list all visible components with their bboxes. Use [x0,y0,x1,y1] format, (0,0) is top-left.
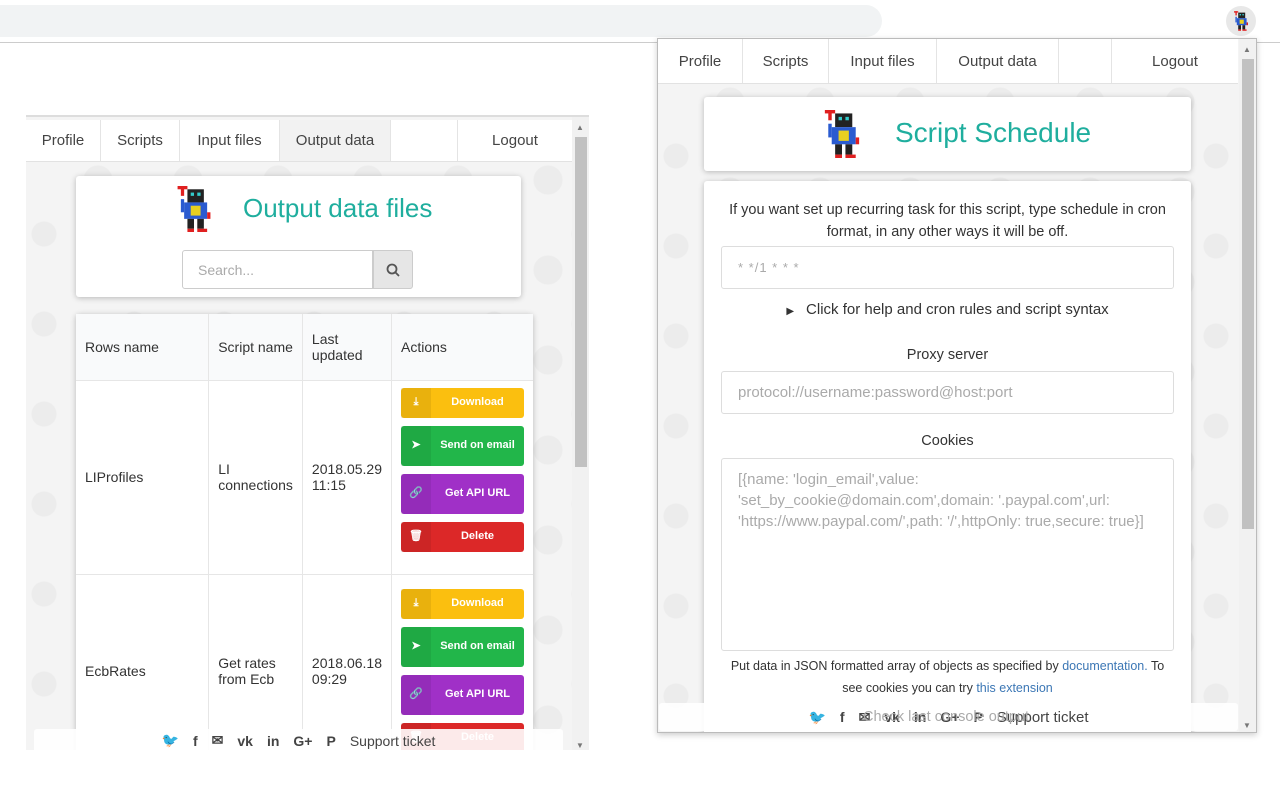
row-updated: 2018.05.29 11:15 [302,380,393,575]
search-button[interactable] [373,250,413,289]
cookies-label: Cookies [921,433,974,449]
nav-bar: Profile Scripts Input files Output data … [658,39,1238,84]
paper-plane-icon: ➤ [401,626,431,667]
cron-help-label[interactable]: Click for help and cron rules and script… [806,301,1109,318]
extension-link[interactable]: this extension [976,681,1052,695]
trash-icon: 🗑 [401,521,431,552]
console-output-link[interactable]: Check last console output [863,709,1029,725]
cookies-placeholder: [{name: 'login_email',value: 'set_by_coo… [738,471,1144,530]
caret-right-icon: ▶ [786,306,795,317]
nav-bar: Profile Scripts Input files Output data … [26,120,572,162]
note-text: Put data in JSON formatted array of obje… [730,659,1063,673]
pinterest-icon[interactable]: P [327,733,336,749]
send-email-button[interactable]: ➤ Send on email [401,626,524,667]
col-script-name: Script name [208,314,303,381]
paper-plane-icon: ➤ [401,425,431,466]
download-icon: ⤓ [401,588,431,619]
search-input[interactable]: Search... [182,250,373,289]
header-card: Output data files Search... [76,176,521,297]
send-email-button[interactable]: ➤ Send on email [401,425,524,466]
proxy-label: Proxy server [906,347,989,363]
tab-spacer [391,120,458,161]
get-api-url-button[interactable]: 🔗 Get API URL [401,674,524,715]
download-icon: ⤓ [401,387,431,418]
page-title: Script Schedule [895,117,1092,148]
vk-icon[interactable]: vk [237,733,253,749]
col-rows-name: Rows name [76,314,210,381]
table-row: LIProfiles LI connections 2018.05.29 11:… [76,380,533,575]
row-script: Get rates from Ecb [208,574,303,750]
output-data-window: Profile Scripts Input files Output data … [26,115,589,750]
get-api-url-button[interactable]: 🔗 Get API URL [401,473,524,514]
tab-spacer [1059,39,1112,83]
cron-input[interactable]: * */1 * * * [721,246,1174,289]
address-bar[interactable] [0,5,882,37]
linkedin-icon[interactable]: in [267,733,279,749]
tab-output-data[interactable]: Output data [280,120,391,161]
col-actions: Actions [391,314,533,381]
script-schedule-window: Profile Scripts Input files Output data … [657,38,1257,733]
cron-intro-text: If you want set up recurring task for th… [729,202,1166,240]
cron-help-toggle[interactable]: ▶ Click for help and cron rules and scrip… [704,301,1191,318]
download-button[interactable]: ⤓ Download [401,387,524,418]
row-actions: ⤓Download ➤Send on email 🔗Get API URL 🗑D… [391,380,533,575]
scrollbar[interactable]: ▲ ▼ [1239,39,1256,732]
output-table: Rows name Script name Last updated Actio… [76,314,533,750]
schedule-form-card: If you want set up recurring task for th… [704,181,1191,732]
cookies-textarea[interactable]: [{name: 'login_email',value: 'set_by_coo… [721,458,1174,651]
proxy-input[interactable]: protocol://username:password@host:port [721,371,1174,414]
tab-output-data[interactable]: Output data [937,39,1059,83]
facebook-icon[interactable]: f [840,709,845,725]
twitter-icon[interactable]: 🐦 [162,732,179,749]
tab-scripts[interactable]: Scripts [101,120,180,161]
support-ticket-link[interactable]: Support ticket [350,733,436,749]
page-title: Output data files [243,193,433,223]
extension-robot-icon[interactable] [1226,6,1256,36]
col-last-updated: Last updated [302,314,393,381]
delete-button[interactable]: 🗑Delete [401,521,524,552]
robot-logo [824,110,860,158]
row-script: LI connections [208,380,303,575]
cookies-note: Put data in JSON formatted array of obje… [704,655,1191,699]
twitter-icon[interactable]: 🐦 [808,709,825,726]
tab-profile[interactable]: Profile [26,120,101,161]
tab-scripts[interactable]: Scripts [743,39,829,83]
tab-profile[interactable]: Profile [658,39,743,83]
tab-input-files[interactable]: Input files [180,120,280,161]
scrollbar[interactable]: ▲ ▼ [572,117,589,750]
facebook-icon[interactable]: f [193,733,198,749]
robot-logo [177,186,211,232]
footer-bar: 🐦 f ✉ vk in G+ P Support ticket [34,729,563,750]
row-actions: ⤓Download ➤Send on email 🔗Get API URL 🗑D… [391,574,533,750]
google-plus-icon[interactable]: G+ [293,733,312,749]
tab-input-files[interactable]: Input files [829,39,937,83]
documentation-link[interactable]: documentation. [1062,659,1147,673]
tab-logout[interactable]: Logout [458,120,572,161]
link-icon: 🔗 [401,473,431,514]
download-button[interactable]: ⤓ Download [401,588,524,619]
tab-logout[interactable]: Logout [1112,39,1238,83]
link-icon: 🔗 [401,674,431,715]
row-name: LIProfiles [76,380,210,575]
row-name: EcbRates [76,574,210,750]
header-card: Script Schedule [704,97,1191,171]
table-row: EcbRates Get rates from Ecb 2018.06.18 0… [76,574,533,750]
row-updated: 2018.06.18 09:29 [302,574,393,750]
envelope-icon[interactable]: ✉ [212,732,224,749]
output-table-card: Rows name Script name Last updated Actio… [76,314,533,750]
search-icon [386,263,400,277]
